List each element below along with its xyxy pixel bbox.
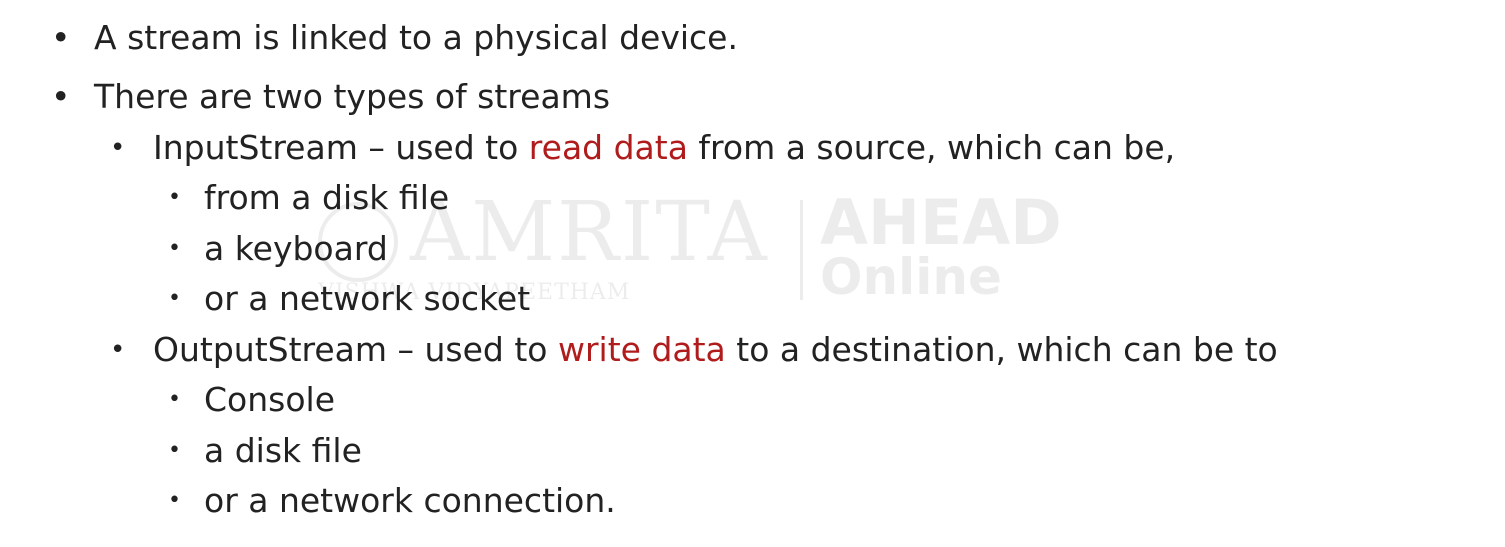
bullet-dot-icon: • (51, 77, 71, 116)
watermark-amrita: AMRITA (410, 185, 769, 280)
bullet-dot-icon: • (110, 335, 126, 365)
list-item-text: Console (204, 380, 336, 419)
watermark-divider (800, 200, 803, 300)
outputstream-text: OutputStream – used to (153, 330, 558, 369)
watermark-online: Online (820, 248, 1002, 306)
bullet-dot-icon: • (51, 18, 71, 57)
bullet-two-types: • There are two types of streams (51, 77, 611, 116)
bullet-dot-icon: • (168, 488, 181, 513)
list-item: • a keyboard (168, 229, 388, 268)
inputstream-text-end: from a source, which can be, (687, 128, 1176, 167)
bullet-dot-icon: • (168, 438, 181, 463)
bullet-text: A stream is linked to a physical device. (94, 18, 738, 57)
list-item-text: or a network connection. (204, 481, 616, 520)
bullet-dot-icon: • (110, 133, 126, 163)
list-item: • or a network socket (168, 279, 531, 318)
bullet-dot-icon: • (168, 236, 181, 261)
list-item-text: a disk file (204, 431, 362, 470)
bullet-text: There are two types of streams (94, 77, 611, 116)
list-item-text: or a network socket (204, 279, 531, 318)
list-item: • Console (168, 380, 336, 419)
list-item: • from a disk file (168, 178, 450, 217)
list-item: • a disk file (168, 431, 362, 470)
bullet-dot-icon: • (168, 387, 181, 412)
bullet-dot-icon: • (168, 185, 181, 210)
bullet-inputstream: • InputStream – used to read data from a… (110, 128, 1176, 167)
bullet-stream-linked: • A stream is linked to a physical devic… (51, 18, 738, 57)
inputstream-text: InputStream – used to (153, 128, 529, 167)
outputstream-text-end: to a destination, which can be to (725, 330, 1278, 369)
list-item-text: from a disk file (204, 178, 450, 217)
list-item: • or a network connection. (168, 481, 616, 520)
outputstream-highlight: write data (557, 330, 726, 369)
bullet-outputstream: • OutputStream – used to write data to a… (110, 330, 1278, 369)
bullet-dot-icon: • (168, 286, 181, 311)
inputstream-highlight: read data (528, 128, 688, 167)
watermark-ahead: AHEAD (820, 186, 1062, 259)
list-item-text: a keyboard (204, 229, 388, 268)
